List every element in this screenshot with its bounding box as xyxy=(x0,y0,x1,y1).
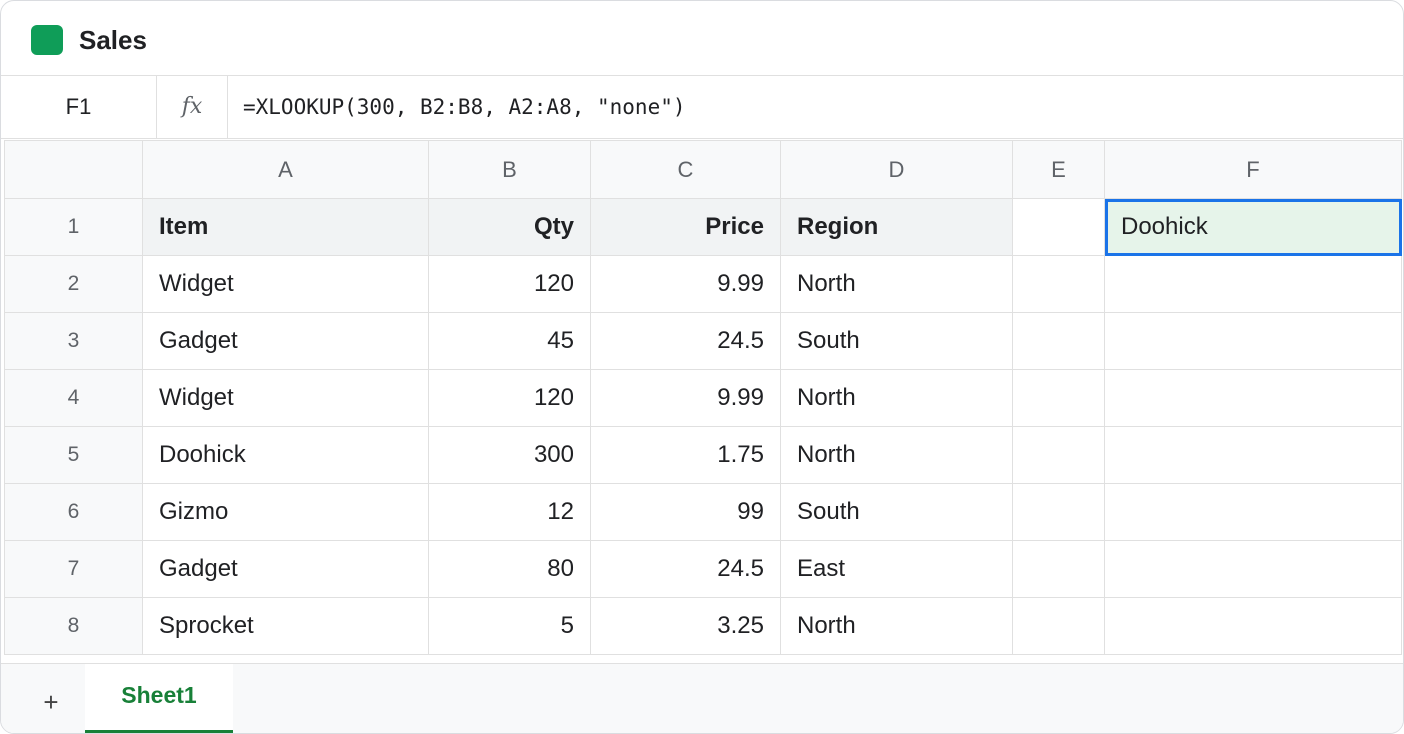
add-sheet-button[interactable]: + xyxy=(35,686,67,718)
sheet-tab-sheet1[interactable]: Sheet1 xyxy=(85,664,233,733)
cell-e6[interactable] xyxy=(1012,483,1105,541)
cell-d2[interactable]: North xyxy=(780,255,1013,313)
cell-e1[interactable] xyxy=(1012,198,1105,256)
cell-f6[interactable] xyxy=(1104,483,1402,541)
cell-a5[interactable]: Doohick xyxy=(142,426,429,484)
cell-b1[interactable]: Qty xyxy=(428,198,591,256)
cell-d7[interactable]: East xyxy=(780,540,1013,598)
cell-b3[interactable]: 45 xyxy=(428,312,591,370)
row-header[interactable]: 5 xyxy=(4,426,143,484)
row-header[interactable]: 1 xyxy=(4,198,143,256)
cell-c1[interactable]: Price xyxy=(590,198,781,256)
row-header[interactable]: 2 xyxy=(4,255,143,313)
grid-row-3: 3 Gadget 45 24.5 South xyxy=(4,312,1402,370)
cell-grid: A B C D E F 1 Item Qty Price Region Dooh… xyxy=(4,140,1402,655)
cell-c8[interactable]: 3.25 xyxy=(590,597,781,655)
grid-row-8: 8 Sprocket 5 3.25 North xyxy=(4,597,1402,655)
spreadsheet-logo-icon xyxy=(31,25,63,55)
cell-d6[interactable]: South xyxy=(780,483,1013,541)
column-header-e[interactable]: E xyxy=(1012,140,1105,199)
row-header[interactable]: 8 xyxy=(4,597,143,655)
row-header[interactable]: 3 xyxy=(4,312,143,370)
cell-f2[interactable] xyxy=(1104,255,1402,313)
cell-a1[interactable]: Item xyxy=(142,198,429,256)
cell-e8[interactable] xyxy=(1012,597,1105,655)
cell-c7[interactable]: 24.5 xyxy=(590,540,781,598)
cell-f1-selected[interactable]: Doohick xyxy=(1104,198,1402,256)
cell-c3[interactable]: 24.5 xyxy=(590,312,781,370)
cell-d8[interactable]: North xyxy=(780,597,1013,655)
cell-e5[interactable] xyxy=(1012,426,1105,484)
row-header[interactable]: 7 xyxy=(4,540,143,598)
column-header-b[interactable]: B xyxy=(428,140,591,199)
cell-e4[interactable] xyxy=(1012,369,1105,427)
grid-row-4: 4 Widget 120 9.99 North xyxy=(4,369,1402,427)
cell-e3[interactable] xyxy=(1012,312,1105,370)
column-header-f[interactable]: F xyxy=(1104,140,1402,199)
cell-b4[interactable]: 120 xyxy=(428,369,591,427)
cell-c4[interactable]: 9.99 xyxy=(590,369,781,427)
cell-d5[interactable]: North xyxy=(780,426,1013,484)
cell-b8[interactable]: 5 xyxy=(428,597,591,655)
grid-row-7: 7 Gadget 80 24.5 East xyxy=(4,540,1402,598)
column-header-a[interactable]: A xyxy=(142,140,429,199)
cell-c2[interactable]: 9.99 xyxy=(590,255,781,313)
cell-f5[interactable] xyxy=(1104,426,1402,484)
cell-a8[interactable]: Sprocket xyxy=(142,597,429,655)
fx-icon: fx xyxy=(157,76,228,138)
name-box[interactable]: F1 xyxy=(1,76,157,138)
formula-input[interactable]: =XLOOKUP(300, B2:B8, A2:A8, "none") xyxy=(243,76,686,138)
grid-row-6: 6 Gizmo 12 99 South xyxy=(4,483,1402,541)
select-all-corner[interactable] xyxy=(4,140,143,199)
cell-e2[interactable] xyxy=(1012,255,1105,313)
cell-a4[interactable]: Widget xyxy=(142,369,429,427)
cell-b5[interactable]: 300 xyxy=(428,426,591,484)
cell-c6[interactable]: 99 xyxy=(590,483,781,541)
cell-a7[interactable]: Gadget xyxy=(142,540,429,598)
grid-row-2: 2 Widget 120 9.99 North xyxy=(4,255,1402,313)
cell-a2[interactable]: Widget xyxy=(142,255,429,313)
cell-b2[interactable]: 120 xyxy=(428,255,591,313)
cell-d1[interactable]: Region xyxy=(780,198,1013,256)
cell-f8[interactable] xyxy=(1104,597,1402,655)
cell-b6[interactable]: 12 xyxy=(428,483,591,541)
row-header[interactable]: 6 xyxy=(4,483,143,541)
cell-c5[interactable]: 1.75 xyxy=(590,426,781,484)
document-title[interactable]: Sales xyxy=(79,25,147,55)
spreadsheet-window: Sales F1 fx =XLOOKUP(300, B2:B8, A2:A8, … xyxy=(0,0,1404,734)
cell-d3[interactable]: South xyxy=(780,312,1013,370)
cell-e7[interactable] xyxy=(1012,540,1105,598)
column-header-d[interactable]: D xyxy=(780,140,1013,199)
grid-row-5: 5 Doohick 300 1.75 North xyxy=(4,426,1402,484)
sheet-tab-bar: + Sheet1 xyxy=(1,663,1403,733)
cell-a3[interactable]: Gadget xyxy=(142,312,429,370)
cell-d4[interactable]: North xyxy=(780,369,1013,427)
grid-row-1: 1 Item Qty Price Region Doohick xyxy=(4,198,1402,256)
cell-f3[interactable] xyxy=(1104,312,1402,370)
row-header[interactable]: 4 xyxy=(4,369,143,427)
column-header-c[interactable]: C xyxy=(590,140,781,199)
formula-bar: F1 fx =XLOOKUP(300, B2:B8, A2:A8, "none"… xyxy=(1,76,1403,139)
title-bar: Sales xyxy=(1,1,1403,76)
cell-f4[interactable] xyxy=(1104,369,1402,427)
cell-f7[interactable] xyxy=(1104,540,1402,598)
cell-a6[interactable]: Gizmo xyxy=(142,483,429,541)
cell-b7[interactable]: 80 xyxy=(428,540,591,598)
